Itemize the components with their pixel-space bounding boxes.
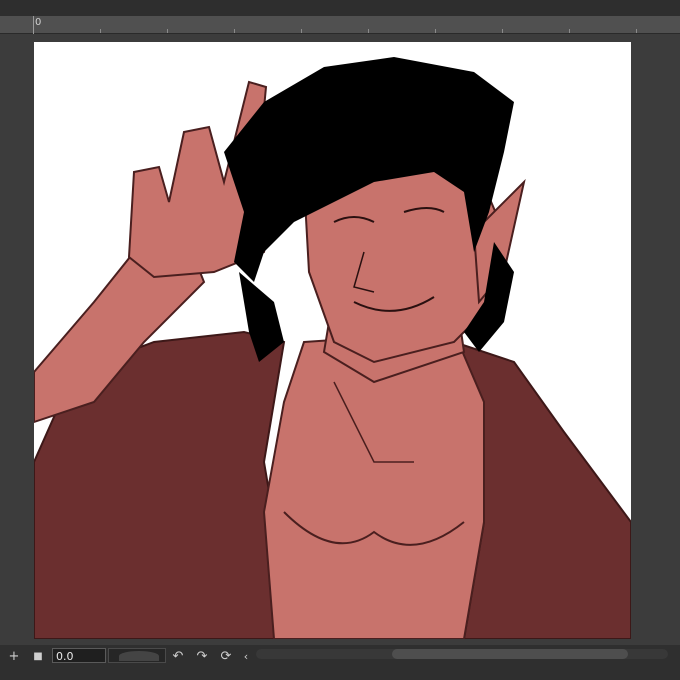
time-value-field[interactable]: 0.0 — [52, 648, 106, 663]
stop-icon[interactable]: ■ — [30, 648, 46, 664]
timeline-bar: + ■ 0.0 ↶ ↷ ⟳ ‹ — [0, 645, 680, 680]
ruler-tick — [569, 29, 570, 33]
horizontal-scrollbar-thumb[interactable] — [392, 649, 628, 659]
timeline-zoom-slider[interactable] — [108, 648, 166, 663]
ruler-tick — [435, 29, 436, 33]
ruler-tick — [234, 29, 235, 33]
ruler-origin-label: 0 — [35, 17, 42, 28]
horizontal-ruler[interactable]: 0 — [0, 16, 680, 34]
drawing-canvas[interactable] — [34, 42, 631, 639]
add-icon[interactable]: + — [6, 648, 22, 664]
ruler-tick — [368, 29, 369, 33]
ruler-tick — [636, 29, 637, 33]
redo-icon[interactable]: ↷ — [194, 648, 210, 664]
undo-icon[interactable]: ↶ — [170, 648, 186, 664]
ruler-tick — [301, 29, 302, 33]
ruler-tick — [167, 29, 168, 33]
ruler-tick — [100, 29, 101, 33]
collapse-chevron-icon[interactable]: ‹ — [238, 648, 254, 664]
slider-curve — [119, 651, 159, 661]
illustration-artwork — [34, 57, 631, 639]
top-toolbar-strip — [0, 0, 680, 16]
ruler-origin-marker — [33, 16, 34, 34]
loop-icon[interactable]: ⟳ — [218, 648, 234, 664]
ruler-tick — [502, 29, 503, 33]
